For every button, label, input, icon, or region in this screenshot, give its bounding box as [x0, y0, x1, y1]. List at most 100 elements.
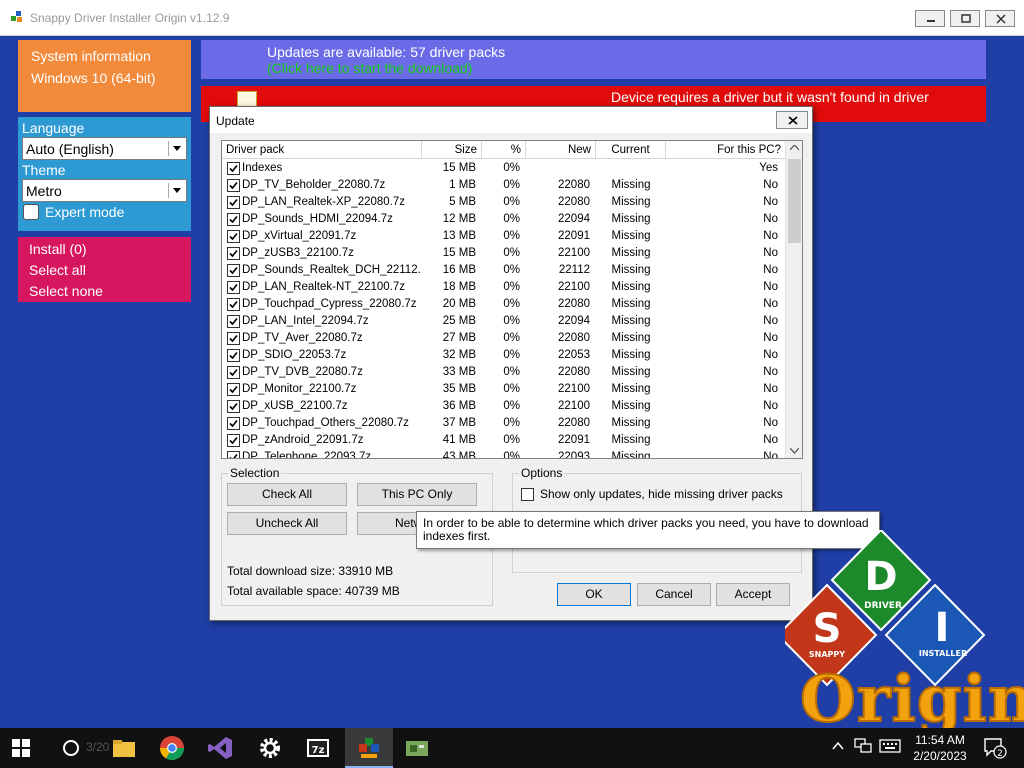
row-checkbox[interactable]: [227, 349, 240, 362]
chrome-icon[interactable]: [158, 734, 186, 762]
cell-driver-pack: DP_Monitor_22100.7z: [242, 383, 357, 395]
cell-current: Missing: [611, 230, 651, 242]
keyboard-icon[interactable]: [879, 738, 901, 754]
device-app-icon[interactable]: [403, 734, 431, 762]
table-row[interactable]: DP_TV_Aver_22080.7z 27 MB 0% 22080 Missing No: [222, 330, 786, 347]
scrollbar-thumb[interactable]: [788, 159, 801, 243]
table-row[interactable]: DP_LAN_Realtek-XP_22080.7z 5 MB 0% 22080 Mis…: [222, 194, 786, 211]
cell-current: Missing: [611, 383, 651, 395]
cell-for-this-pc: No: [763, 366, 778, 378]
column-size[interactable]: Size: [422, 141, 482, 159]
cell-for-this-pc: No: [763, 349, 778, 361]
table-row[interactable]: Indexes 15 MB 0% Yes: [222, 160, 786, 177]
language-dropdown-arrow[interactable]: [168, 141, 184, 156]
table-row[interactable]: DP_LAN_Realtek-NT_22100.7z 18 MB 0% 22100 Mi…: [222, 279, 786, 296]
row-checkbox[interactable]: [227, 162, 240, 175]
uncheck-all-button[interactable]: Uncheck All: [227, 512, 347, 535]
theme-select[interactable]: Metro: [22, 179, 187, 202]
table-row[interactable]: DP_LAN_Intel_22094.7z 25 MB 0% 22094 Missing…: [222, 313, 786, 330]
show-only-updates-checkbox[interactable]: Show only updates, hide missing driver p…: [521, 487, 783, 501]
table-row[interactable]: DP_Telephone_22093.7z 43 MB 0% 22093 Missing…: [222, 449, 786, 458]
list-scrollbar[interactable]: [785, 141, 802, 458]
row-checkbox[interactable]: [227, 196, 240, 209]
minimize-button[interactable]: [915, 10, 945, 27]
updates-text: Updates are available: 57 driver packs: [267, 44, 506, 60]
row-checkbox[interactable]: [227, 230, 240, 243]
cell-for-this-pc: No: [763, 281, 778, 293]
system-clock[interactable]: 11:54 AM 2/20/2023: [909, 732, 971, 764]
chevron-up-icon[interactable]: [832, 740, 844, 752]
table-row[interactable]: DP_xUSB_22100.7z 36 MB 0% 22100 Missing No: [222, 398, 786, 415]
row-checkbox[interactable]: [227, 417, 240, 430]
expert-mode-box[interactable]: [23, 204, 39, 220]
notification-icon[interactable]: 2: [983, 737, 1007, 759]
network-icon[interactable]: [854, 738, 872, 754]
row-checkbox[interactable]: [227, 366, 240, 379]
this-pc-only-button[interactable]: This PC Only: [357, 483, 477, 506]
table-row[interactable]: DP_TV_DVB_22080.7z 33 MB 0% 22080 Missing No: [222, 364, 786, 381]
select-all-link[interactable]: Select all: [29, 260, 180, 281]
table-row[interactable]: DP_zAndroid_22091.7z 41 MB 0% 22091 Missing N…: [222, 432, 786, 449]
table-row[interactable]: DP_TV_Beholder_22080.7z 1 MB 0% 22080 Missin…: [222, 177, 786, 194]
ok-button[interactable]: OK: [557, 583, 631, 606]
start-download-link[interactable]: (Click here to start the download): [267, 60, 920, 76]
driver-pack-list[interactable]: Driver pack Size % New Current For this …: [221, 140, 803, 459]
close-button[interactable]: [985, 10, 1015, 27]
maximize-button[interactable]: [950, 10, 980, 27]
updates-banner[interactable]: Updates are available: 57 driver packs (…: [201, 40, 986, 79]
language-select[interactable]: Auto (English): [22, 137, 187, 160]
scroll-down-icon[interactable]: [790, 448, 799, 454]
table-row[interactable]: DP_SDIO_22053.7z 32 MB 0% 22053 Missing No: [222, 347, 786, 364]
table-row[interactable]: DP_Monitor_22100.7z 35 MB 0% 22100 Missing No: [222, 381, 786, 398]
install-link[interactable]: Install (0): [29, 239, 180, 260]
windows-start-icon[interactable]: [12, 739, 30, 757]
table-row[interactable]: DP_Touchpad_Others_22080.7z 37 MB 0% 22080 M…: [222, 415, 786, 432]
row-checkbox[interactable]: [227, 332, 240, 345]
cell-driver-pack: DP_zAndroid_22091.7z: [242, 434, 364, 446]
row-checkbox[interactable]: [227, 315, 240, 328]
cell-percent: 0%: [503, 213, 520, 225]
row-checkbox[interactable]: [227, 383, 240, 396]
table-row[interactable]: DP_Sounds_Realtek_DCH_22112.... 16 MB 0% 22…: [222, 262, 786, 279]
system-info-panel[interactable]: System information Windows 10 (64-bit): [18, 40, 191, 112]
file-explorer-icon[interactable]: [110, 734, 138, 762]
row-checkbox[interactable]: [227, 298, 240, 311]
column-percent[interactable]: %: [482, 141, 526, 159]
select-none-link[interactable]: Select none: [29, 281, 180, 302]
checkmark-icon: [229, 232, 238, 241]
check-all-button[interactable]: Check All: [227, 483, 347, 506]
row-checkbox[interactable]: [227, 247, 240, 260]
table-row[interactable]: DP_zUSB3_22100.7z 15 MB 0% 22100 Missing No: [222, 245, 786, 262]
row-checkbox[interactable]: [227, 179, 240, 192]
7zip-icon[interactable]: 7z: [304, 734, 332, 762]
theme-dropdown-arrow[interactable]: [168, 183, 184, 198]
cell-size: 36 MB: [442, 400, 476, 412]
cancel-button[interactable]: Cancel: [637, 583, 711, 606]
cell-new: 22080: [558, 366, 590, 378]
show-only-updates-box[interactable]: [521, 487, 534, 501]
cell-percent: 0%: [503, 230, 520, 242]
row-checkbox[interactable]: [227, 213, 240, 226]
sdi-origin-taskbar-icon[interactable]: [355, 734, 383, 762]
column-current[interactable]: Current: [596, 141, 666, 159]
row-checkbox[interactable]: [227, 451, 240, 458]
search-circle-icon[interactable]: [62, 739, 80, 757]
accept-button[interactable]: Accept: [716, 583, 790, 606]
row-checkbox[interactable]: [227, 281, 240, 294]
table-row[interactable]: DP_xVirtual_22091.7z 13 MB 0% 22091 Missing N…: [222, 228, 786, 245]
table-row[interactable]: DP_Sounds_HDMI_22094.7z 12 MB 0% 22094 Missi…: [222, 211, 786, 228]
column-for-this-pc[interactable]: For this PC?: [666, 141, 786, 159]
row-checkbox[interactable]: [227, 400, 240, 413]
scroll-up-icon[interactable]: [790, 145, 799, 151]
row-checkbox[interactable]: [227, 434, 240, 447]
logo-i: I: [935, 605, 950, 651]
row-checkbox[interactable]: [227, 264, 240, 277]
column-new[interactable]: New: [526, 141, 596, 159]
dialog-close-button[interactable]: [776, 111, 808, 129]
table-row[interactable]: DP_Touchpad_Cypress_22080.7z 20 MB 0% 22080…: [222, 296, 786, 313]
visual-studio-icon[interactable]: [206, 734, 234, 762]
settings-gear-icon[interactable]: [256, 734, 284, 762]
column-driver-pack[interactable]: Driver pack: [222, 141, 422, 159]
cell-percent: 0%: [503, 332, 520, 344]
expert-mode-checkbox[interactable]: Expert mode: [22, 204, 187, 220]
